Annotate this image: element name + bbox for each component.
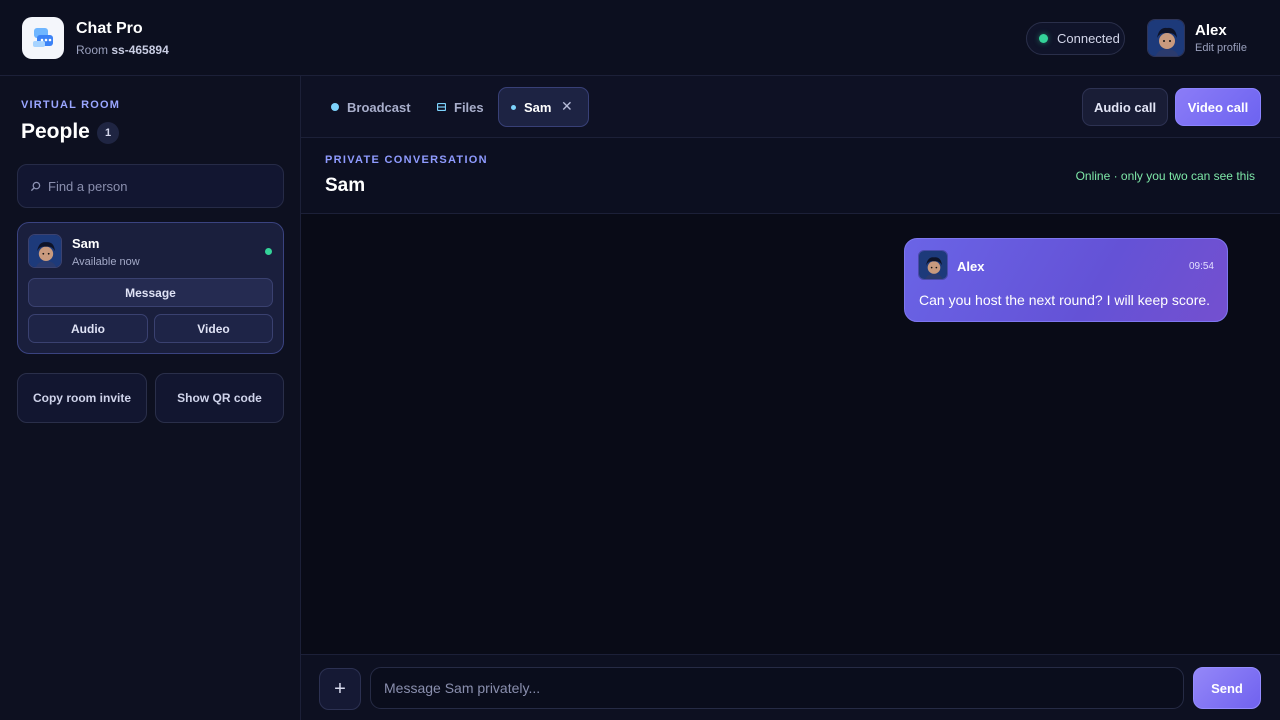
broadcast-dot-icon [331, 103, 339, 111]
privacy-note: Online · only you two can see this [1075, 169, 1255, 183]
tab-label: Sam [524, 99, 552, 115]
files-icon [437, 103, 446, 111]
conversation-title: Sam [325, 175, 366, 196]
audio-person-button[interactable]: Audio [28, 314, 148, 343]
video-person-button[interactable]: Video [154, 314, 273, 343]
avatar [28, 234, 62, 268]
avatar[interactable] [1147, 19, 1185, 57]
app-title: Chat Pro [76, 20, 143, 37]
search-input[interactable] [48, 178, 268, 194]
person-name: Sam [72, 236, 100, 251]
tab-files[interactable]: Files [437, 87, 484, 127]
close-icon[interactable]: ✕ [561, 98, 573, 115]
message-text: Can you host the next round? I will keep… [919, 292, 1211, 308]
conversation-tabbar: Broadcast Files Sam ✕ Audio call Video c… [301, 76, 1280, 138]
person-status: Available now [72, 256, 140, 268]
edit-profile-link[interactable]: Edit profile [1195, 42, 1247, 54]
connection-status-badge: Connected [1026, 22, 1125, 55]
sidebar-kicker: VIRTUAL ROOM [21, 99, 121, 111]
connection-dot-icon [1039, 34, 1048, 43]
current-user-name: Alex [1195, 22, 1227, 39]
conversation-header: PRIVATE CONVERSATION Sam Online · only y… [301, 138, 1280, 214]
room-id: ss-465894 [111, 43, 169, 57]
show-qr-code-button[interactable]: Show QR code [155, 373, 284, 423]
search-icon [30, 179, 44, 193]
message-list[interactable]: Alex 09:54 Can you host the next round? … [301, 214, 1280, 654]
message-author: Alex [957, 259, 985, 274]
tab-label: Files [454, 99, 484, 115]
room-prefix: Room [76, 43, 109, 57]
sidebar-title: People [21, 120, 90, 143]
send-button[interactable]: Send [1193, 667, 1261, 709]
connection-label: Connected [1057, 31, 1120, 46]
message-input[interactable] [370, 667, 1184, 709]
search-box [17, 164, 284, 208]
copy-room-invite-button[interactable]: Copy room invite [17, 373, 147, 423]
tab-sam[interactable]: Sam ✕ [498, 87, 589, 127]
video-call-button[interactable]: Video call [1175, 88, 1261, 126]
conversation-kicker: PRIVATE CONVERSATION [325, 154, 488, 166]
add-attachment-button[interactable]: + [319, 668, 361, 710]
app-header: Chat Pro Room ss-465894 Connected Alex E… [0, 0, 1280, 76]
message-person-button[interactable]: Message [28, 278, 273, 307]
people-count-badge: 1 [97, 122, 119, 144]
message-composer: + Send [301, 654, 1280, 720]
avatar [918, 250, 948, 280]
tab-broadcast[interactable]: Broadcast [331, 87, 411, 127]
message-time: 09:54 [1188, 261, 1214, 272]
people-sidebar: VIRTUAL ROOM People 1 Sam Available now … [0, 76, 301, 720]
message-bubble[interactable]: Alex 09:54 Can you host the next round? … [904, 238, 1228, 322]
online-indicator-icon [265, 248, 272, 255]
presence-dot-icon [511, 104, 516, 110]
tab-label: Broadcast [347, 99, 411, 115]
plus-icon: + [334, 677, 346, 700]
chat-bubbles-icon[interactable] [22, 17, 64, 59]
person-card-sam[interactable]: Sam Available now Message Audio Video [17, 222, 284, 354]
audio-call-button[interactable]: Audio call [1082, 88, 1168, 126]
room-label: Room ss-465894 [76, 43, 169, 57]
